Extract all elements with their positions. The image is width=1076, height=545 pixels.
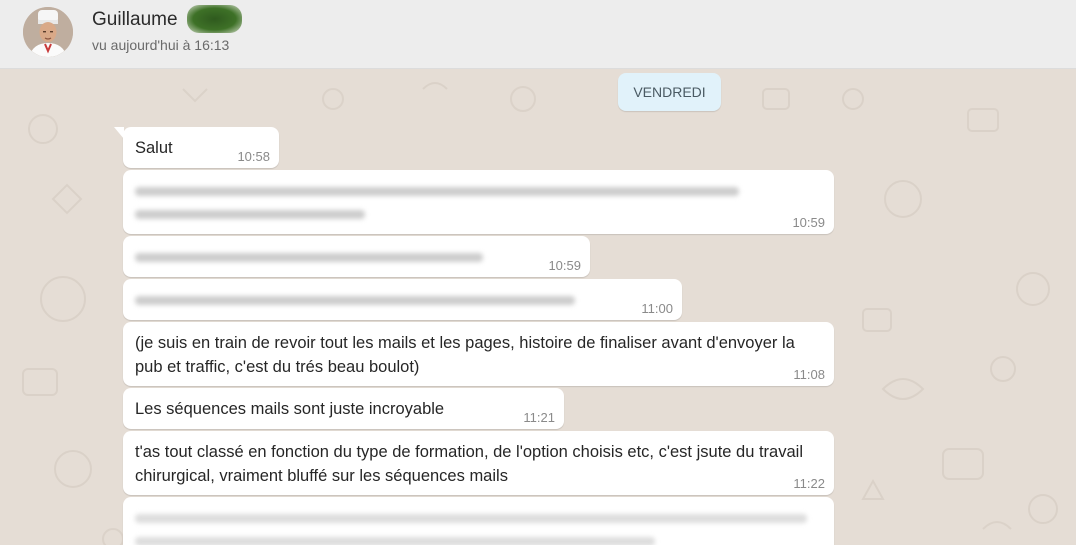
blurred-message-text: [135, 296, 585, 316]
message-text: t'as tout classé en fonction du type de …: [135, 443, 803, 485]
message-time: 10:59: [792, 215, 825, 230]
message-text: (je suis en train de revoir tout les mai…: [135, 334, 795, 376]
message-bubble[interactable]: Salut 10:58: [114, 127, 279, 168]
message-time: 11:00: [641, 301, 673, 316]
message-time: 11:08: [793, 367, 825, 382]
message-time: 10:58: [237, 149, 270, 164]
message-bubble-redacted[interactable]: [123, 497, 834, 545]
last-seen-status: vu aujourd'hui à 16:13: [92, 37, 230, 53]
contact-avatar[interactable]: [23, 7, 73, 57]
message-bubble[interactable]: (je suis en train de revoir tout les mai…: [123, 322, 834, 386]
blurred-message-text: [135, 514, 825, 545]
chat-header[interactable]: Guillaume vu aujourd'hui à 16:13: [0, 0, 1076, 69]
message-time: 11:22: [793, 476, 825, 491]
message-text: Les séquences mails sont juste incroyabl…: [135, 400, 445, 418]
message-bubble-redacted[interactable]: 11:00: [123, 279, 682, 320]
blurred-message-text: [135, 253, 495, 273]
chat-area[interactable]: VENDREDI Salut 10:58 10:59 10:59 11:00 (…: [3, 69, 1076, 545]
message-bubble[interactable]: Les séquences mails sont juste incroyabl…: [123, 388, 564, 429]
contact-name: Guillaume: [92, 9, 178, 30]
blurred-message-text: [135, 187, 755, 229]
message-time: 10:59: [548, 258, 581, 273]
day-separator-badge: VENDREDI: [618, 73, 721, 111]
message-bubble[interactable]: t'as tout classé en fonction du type de …: [123, 431, 834, 495]
redaction-blur: [187, 5, 242, 33]
message-text: Salut: [135, 139, 173, 157]
bubble-tail: [114, 127, 124, 139]
message-bubble-redacted[interactable]: 10:59: [123, 236, 590, 277]
message-time: 11:21: [523, 410, 555, 425]
message-bubble-redacted[interactable]: 10:59: [123, 170, 834, 234]
